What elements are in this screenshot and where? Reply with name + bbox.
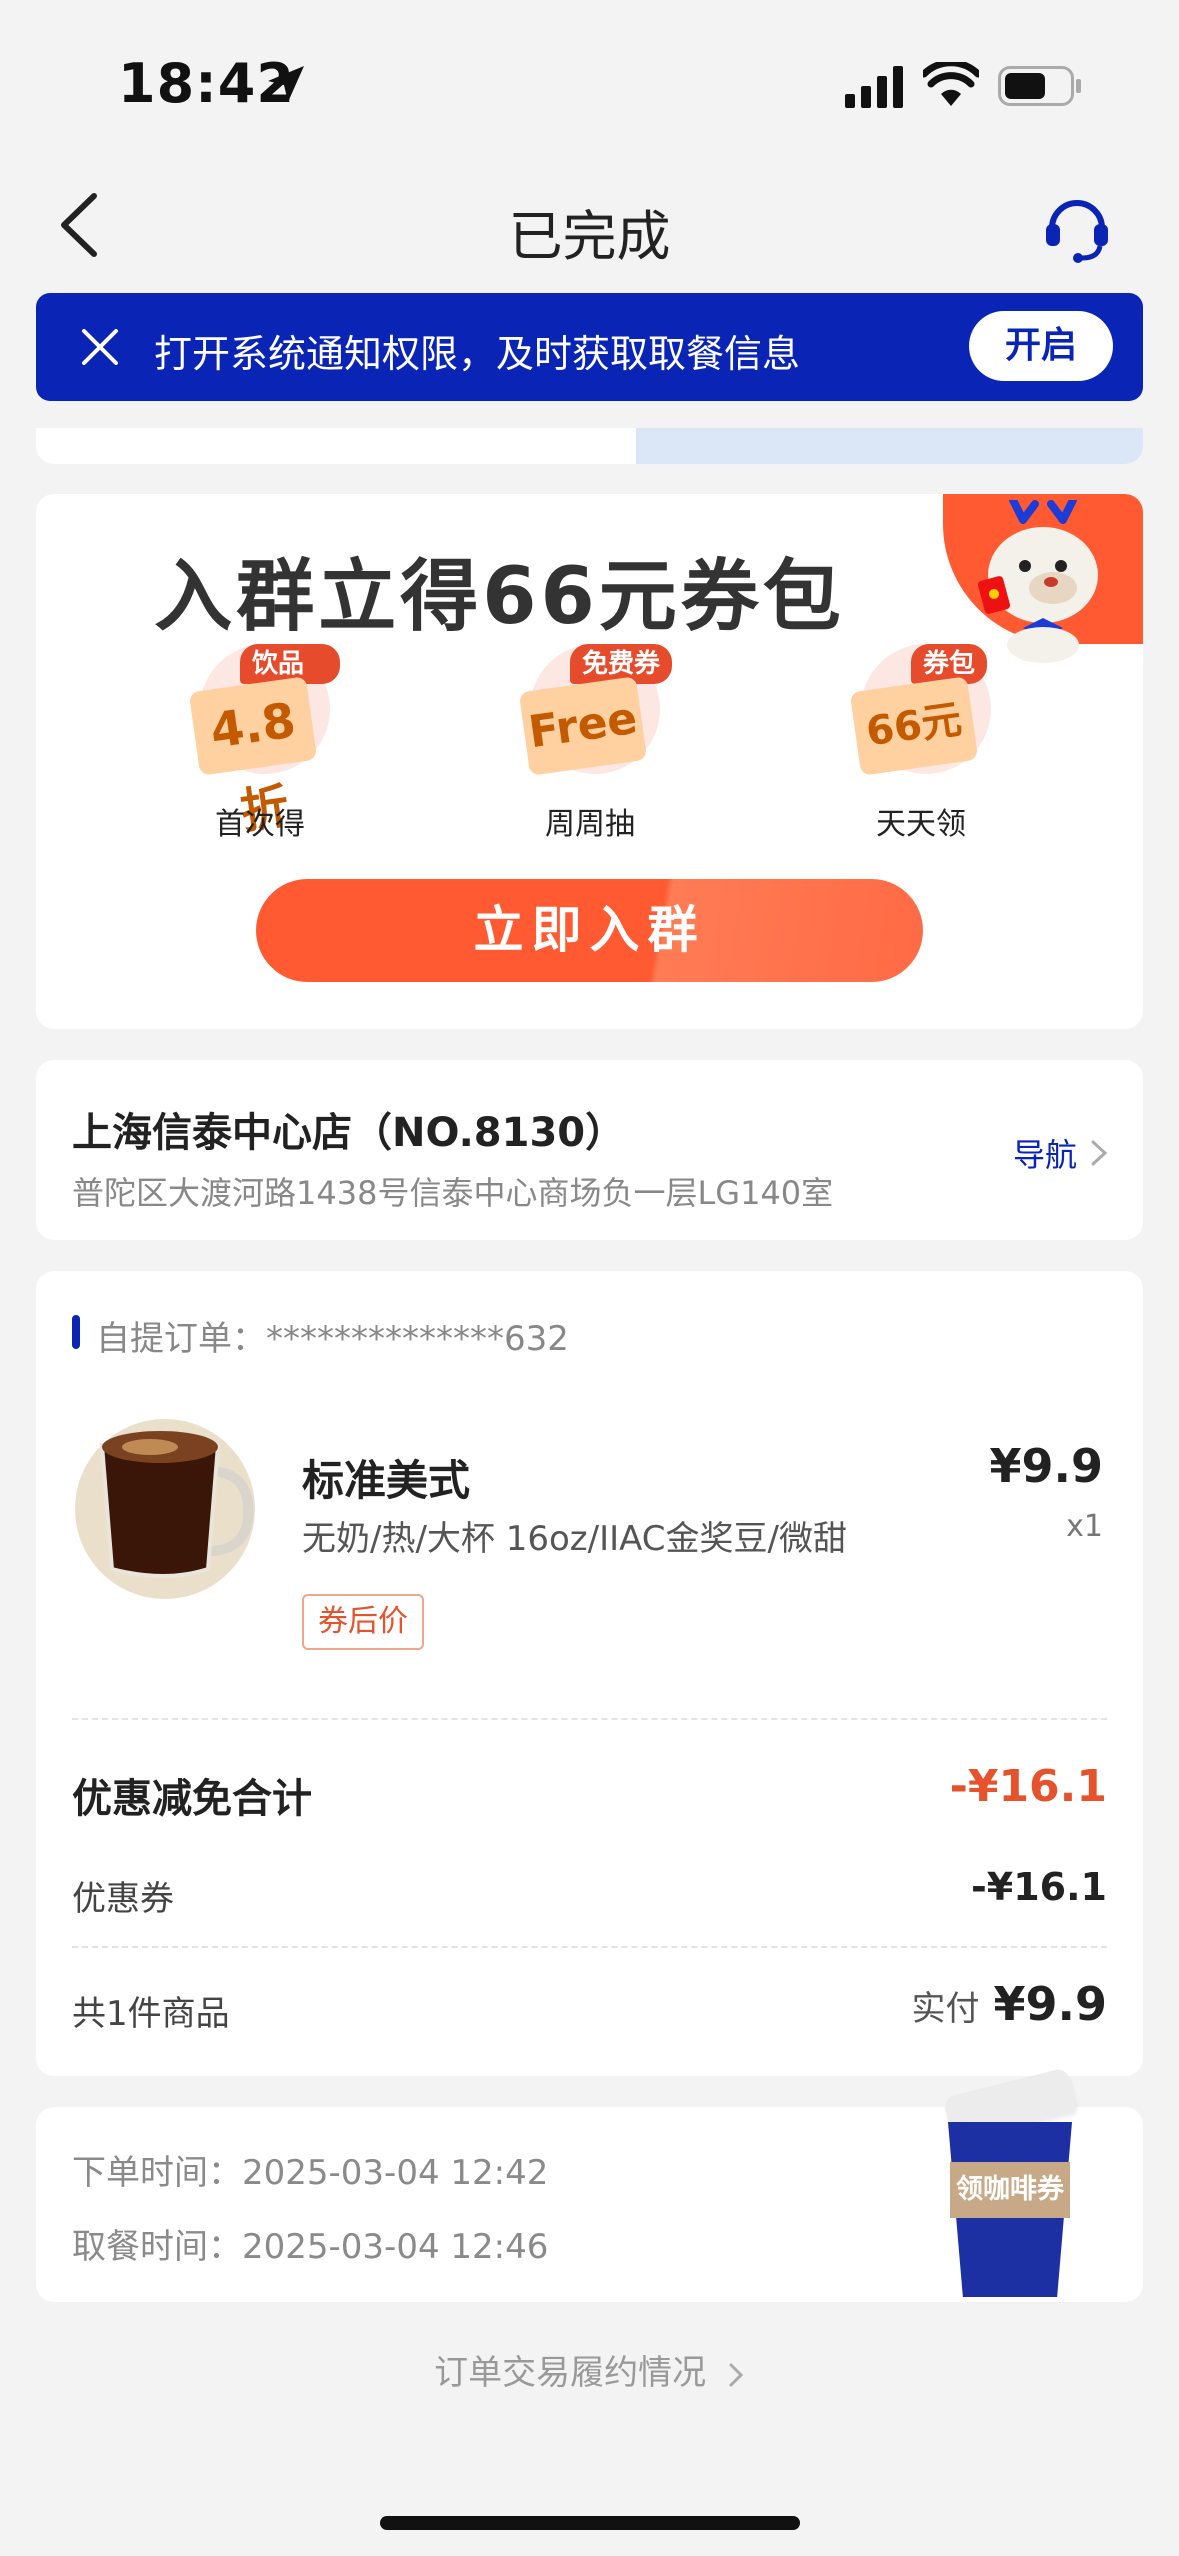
- order-time: 2025-03-04 12:42: [242, 2153, 549, 2193]
- item-name: 标准美式: [302, 1456, 471, 1505]
- item-price: ¥9.9: [989, 1439, 1104, 1493]
- store-address: 普陀区大渡河路1438号信泰中心商场负一层LG140室: [72, 1174, 834, 1212]
- paid-row: 实付 ¥9.9: [912, 1977, 1108, 2031]
- item-spec: 无奶/热/大杯 16oz/IIAC金奖豆/微甜: [302, 1519, 847, 1559]
- benefit-weekly: 免费券 Free 周周抽: [490, 644, 690, 844]
- enable-notification-button[interactable]: 开启: [969, 311, 1113, 381]
- order-number: **************632: [266, 1319, 569, 1359]
- page-title: 已完成: [508, 205, 671, 268]
- benefit-value: 66元: [849, 676, 979, 776]
- group-promo-title: 入群立得66元券包: [154, 552, 845, 642]
- discount-total-value: -¥16.1: [949, 1761, 1107, 1812]
- fulfillment-link-text: 订单交易履约情况: [434, 2353, 707, 2393]
- group-promo-card: 入群立得66元券包 饮品券 4.8折 首次得 免费券 Free 周周抽 券包 6…: [36, 494, 1143, 1029]
- chevron-right-icon: [1091, 1140, 1108, 1166]
- pickup-time-label: 取餐时间：: [72, 2227, 242, 2267]
- benefit-label: 周周抽: [545, 807, 635, 842]
- divider: [72, 1946, 1107, 1948]
- pickup-time: 2025-03-04 12:46: [242, 2227, 549, 2267]
- scrolled-card-edge: [36, 428, 1143, 464]
- coupon-price-tag: 券后价: [302, 1594, 424, 1650]
- banner-text: 打开系统通知权限，及时获取取餐信息: [154, 332, 801, 376]
- benefit-label: 首次得: [215, 807, 305, 842]
- order-accent-bar: [72, 1315, 80, 1349]
- join-group-button[interactable]: 立即入群: [256, 879, 923, 982]
- coffee-coupon-float-button[interactable]: 领咖啡券: [940, 2052, 1080, 2297]
- fulfillment-link[interactable]: 订单交易履约情况: [0, 2345, 1179, 2394]
- close-icon[interactable]: [80, 327, 120, 367]
- divider: [72, 1718, 1107, 1720]
- order-time-row: 下单时间：2025-03-04 12:42: [72, 2145, 548, 2194]
- store-card[interactable]: 上海信泰中心店（NO.8130） 普陀区大渡河路1438号信泰中心商场负一层LG…: [36, 1060, 1143, 1240]
- order-time-label: 下单时间：: [72, 2153, 242, 2193]
- benefit-value: 4.8折: [188, 676, 318, 840]
- benefit-label: 天天领: [876, 807, 966, 842]
- benefit-daily: 券包 66元 天天领: [821, 644, 1021, 844]
- signal-icon: [845, 66, 903, 108]
- coffee-coupon-label: 领咖啡券: [950, 2162, 1070, 2218]
- notification-banner: 打开系统通知权限，及时获取取餐信息 开启: [36, 293, 1143, 401]
- wifi-icon: [923, 62, 979, 106]
- location-arrow-icon: [268, 66, 304, 102]
- store-name: 上海信泰中心店（NO.8130）: [72, 1110, 626, 1156]
- benefit-value: Free: [518, 676, 648, 776]
- order-card: 自提订单：**************632 标准美式 无奶/热/大杯 16oz…: [36, 1271, 1143, 2076]
- item-quantity: x1: [1066, 1509, 1103, 1544]
- benefit-first-time: 饮品券 4.8折 首次得: [160, 644, 340, 844]
- home-indicator: [380, 2516, 800, 2530]
- paid-label: 实付: [911, 1989, 980, 2029]
- coffee-product-image: [75, 1419, 255, 1599]
- order-number-row: 自提订单：**************632: [96, 1311, 569, 1360]
- discount-total-label: 优惠减免合计: [72, 1776, 312, 1822]
- battery-icon: [998, 66, 1081, 106]
- coupon-label: 优惠券: [72, 1879, 174, 1919]
- order-label: 自提订单：: [96, 1319, 266, 1359]
- pickup-time-row: 取餐时间：2025-03-04 12:46: [72, 2219, 548, 2268]
- customer-service-icon[interactable]: [1040, 188, 1114, 264]
- paid-value: ¥9.9: [993, 1977, 1108, 2031]
- navigate-link[interactable]: 导航: [1013, 1130, 1077, 1176]
- item-count: 共1件商品: [72, 1994, 230, 2034]
- chevron-right-icon: [729, 2363, 744, 2386]
- coupon-value: -¥16.1: [971, 1865, 1107, 1909]
